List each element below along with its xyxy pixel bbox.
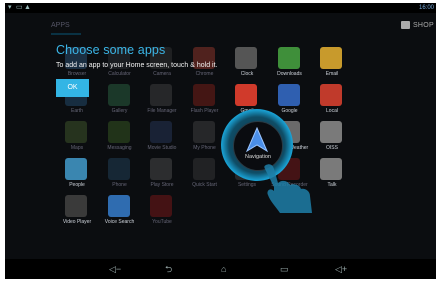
app-icon bbox=[320, 121, 342, 143]
back-icon[interactable]: ⮌ bbox=[165, 264, 172, 274]
warning-icon: ▲ bbox=[24, 4, 31, 11]
app-icon bbox=[192, 84, 215, 106]
app-youtube[interactable]: YouTube bbox=[142, 195, 182, 235]
ok-button[interactable]: OK bbox=[56, 79, 89, 97]
app-gallery[interactable]: Gallery bbox=[100, 84, 140, 124]
app-icon bbox=[65, 158, 87, 180]
volume-up-icon[interactable]: ◁+ bbox=[335, 264, 347, 274]
app-icon bbox=[107, 121, 130, 143]
app-label: Email bbox=[325, 71, 339, 77]
app-phone[interactable]: Phone bbox=[100, 158, 140, 198]
app-label: YouTube bbox=[152, 219, 172, 225]
navigation-bar: ◁− ⮌ ⌂ ▭ ◁+ bbox=[5, 259, 436, 279]
app-messaging[interactable]: Messaging bbox=[100, 121, 140, 161]
screenshot-frame: ▾ ▭ ▲ 16:00 APPS SHOP Browser Calculator C… bbox=[0, 0, 441, 281]
tab-indicator bbox=[51, 33, 81, 35]
device-screen: ▾ ▭ ▲ 16:00 APPS SHOP Browser Calculator C… bbox=[5, 3, 436, 279]
app-downloads[interactable]: Downloads bbox=[270, 47, 310, 87]
app-icon bbox=[320, 84, 342, 106]
app-quick-start[interactable]: Quick Start bbox=[185, 158, 225, 198]
app-icon bbox=[107, 195, 130, 217]
status-time: 16:00 bbox=[418, 5, 434, 11]
shop-label: SHOP bbox=[412, 21, 434, 29]
app-play-store[interactable]: Play Store bbox=[142, 158, 182, 198]
app-icon bbox=[65, 121, 87, 143]
app-icon bbox=[107, 84, 130, 106]
app-maps[interactable]: Maps bbox=[57, 121, 97, 161]
app-voice-search[interactable]: Voice Search bbox=[100, 195, 140, 235]
tab-apps[interactable]: APPS bbox=[51, 22, 70, 29]
app-label: Local bbox=[326, 108, 338, 114]
app-icon bbox=[192, 121, 215, 143]
app-my-phone[interactable]: My Phone bbox=[185, 121, 225, 161]
volume-down-icon[interactable]: ◁− bbox=[109, 264, 121, 274]
app-video-player[interactable]: Video Player bbox=[57, 195, 97, 235]
app-icon bbox=[277, 84, 300, 106]
app-clock[interactable]: Clock bbox=[227, 47, 267, 87]
image-icon: ▭ bbox=[16, 4, 23, 11]
navigation-label: Navigation bbox=[245, 154, 271, 160]
shop-bag-icon bbox=[400, 21, 410, 29]
app-icon bbox=[192, 158, 215, 180]
home-icon[interactable]: ⌂ bbox=[221, 264, 226, 274]
app-icon bbox=[150, 84, 172, 106]
app-email[interactable]: Email bbox=[312, 47, 352, 87]
app-movie-studio[interactable]: Movie Studio bbox=[142, 121, 182, 161]
app-icon bbox=[235, 47, 257, 69]
cling-title: Choose some apps bbox=[56, 43, 166, 57]
recent-apps-icon[interactable]: ▭ bbox=[280, 264, 289, 274]
navigation-arrow-icon bbox=[245, 127, 269, 153]
app-icon bbox=[150, 195, 172, 217]
app-icon bbox=[107, 158, 130, 180]
app-flash-player[interactable]: Flash Player bbox=[185, 84, 225, 124]
app-icon bbox=[235, 84, 257, 106]
status-bar: ▾ ▭ ▲ 16:00 bbox=[5, 3, 436, 13]
app-oiss[interactable]: OISS bbox=[312, 121, 352, 161]
app-icon bbox=[277, 47, 300, 69]
app-file-manager[interactable]: File Manager bbox=[142, 84, 182, 124]
app-icon bbox=[65, 195, 87, 217]
app-icon bbox=[150, 158, 172, 180]
app-people[interactable]: People bbox=[57, 158, 97, 198]
app-label: OISS bbox=[326, 145, 338, 151]
cling-text: To add an app to your Home screen, touch… bbox=[56, 62, 218, 69]
shop-button[interactable]: SHOP bbox=[400, 21, 434, 29]
notification-icon: ▾ bbox=[8, 4, 12, 11]
app-icon bbox=[320, 158, 342, 180]
app-icon bbox=[320, 47, 342, 69]
app-icon bbox=[150, 121, 172, 143]
app-local[interactable]: Local bbox=[312, 84, 352, 124]
hand-pointer-icon bbox=[264, 164, 312, 213]
